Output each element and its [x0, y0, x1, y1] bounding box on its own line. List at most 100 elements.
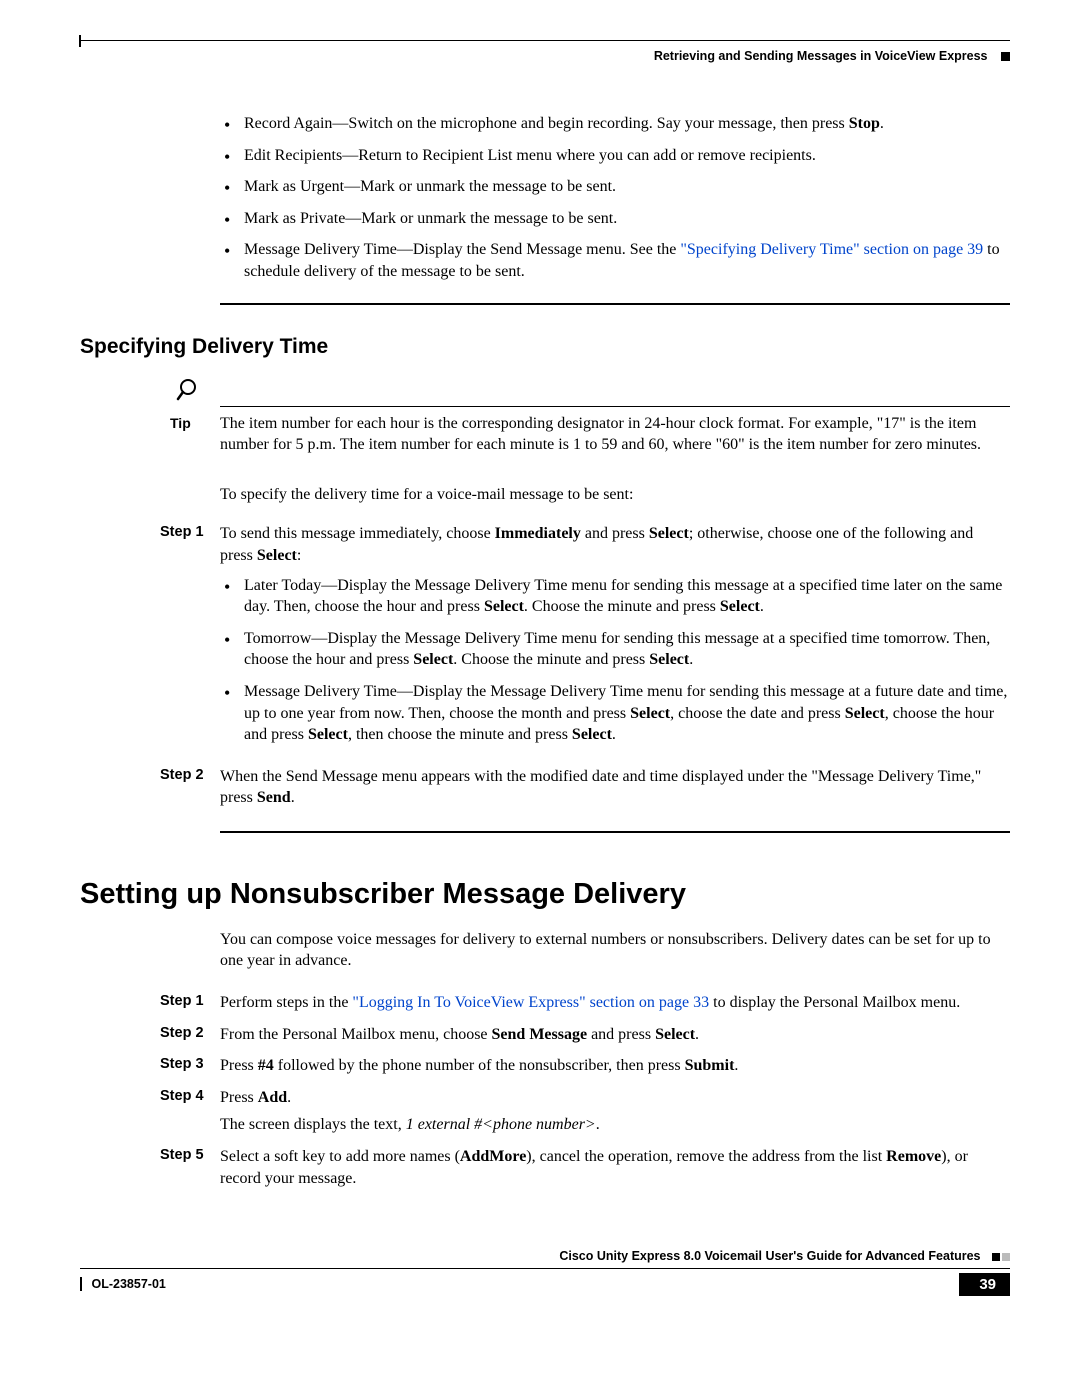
- text: .: [695, 1026, 699, 1043]
- text: .: [596, 1116, 600, 1133]
- footer-rule: [80, 1268, 1010, 1269]
- intro-paragraph: You can compose voice messages for deliv…: [220, 929, 1010, 972]
- bold-text: AddMore: [460, 1148, 526, 1165]
- chapter-title: Retrieving and Sending Messages in Voice…: [654, 49, 988, 63]
- top-bullet-list: Record Again—Switch on the microphone an…: [220, 113, 1010, 283]
- list-item: Message Delivery Time—Display the Send M…: [220, 239, 1010, 282]
- text: followed by the phone number of the nons…: [274, 1057, 685, 1074]
- step-row: Step 3 Press #4 followed by the phone nu…: [160, 1055, 1010, 1077]
- text: .: [287, 1089, 291, 1106]
- step-text: To send this message immediately, choose…: [220, 523, 1010, 755]
- text: to display the Personal Mailbox menu.: [709, 994, 960, 1011]
- cross-ref-link[interactable]: "Logging In To VoiceView Express" sectio…: [352, 994, 709, 1011]
- step-text: Perform steps in the "Logging In To Voic…: [220, 992, 1010, 1014]
- text: , then choose the minute and press: [348, 726, 572, 743]
- text: :: [297, 547, 301, 564]
- bold-text: Stop: [849, 115, 880, 132]
- main-heading-nonsubscriber: Setting up Nonsubscriber Message Deliver…: [80, 878, 1010, 911]
- bold-text: Select: [655, 1026, 695, 1043]
- text: Press: [220, 1089, 258, 1106]
- bold-text: Select: [572, 726, 612, 743]
- text: OL-23857-01: [92, 1277, 166, 1291]
- step-label: Step 1: [160, 992, 220, 1009]
- text: . Choose the minute and press: [453, 651, 649, 668]
- bold-text: Submit: [685, 1057, 735, 1074]
- list-item: Record Again—Switch on the microphone an…: [220, 113, 1010, 135]
- step-row: Step 1 To send this message immediately,…: [160, 523, 1010, 755]
- step-label: Step 1: [160, 523, 220, 540]
- text: Mark as Private—Mark or unmark the messa…: [244, 210, 617, 227]
- list-item: Edit Recipients—Return to Recipient List…: [220, 145, 1010, 167]
- tip-rule: [220, 406, 1010, 407]
- step-text: From the Personal Mailbox menu, choose S…: [220, 1024, 1010, 1046]
- text: When the Send Message menu appears with …: [220, 768, 981, 807]
- page-footer: Cisco Unity Express 8.0 Voicemail User's…: [80, 1249, 1010, 1296]
- header-square-icon: [1001, 52, 1010, 61]
- text: and press: [587, 1026, 655, 1043]
- intro-paragraph: To specify the delivery time for a voice…: [220, 484, 1010, 506]
- text: To send this message immediately, choose: [220, 525, 495, 542]
- bold-text: Select: [630, 705, 670, 722]
- tip-label: Tip: [170, 413, 220, 431]
- bold-text: Immediately: [495, 525, 581, 542]
- screen-output: The screen displays the text, 1 external…: [220, 1114, 1010, 1136]
- cross-ref-link[interactable]: "Specifying Delivery Time" section on pa…: [680, 241, 983, 258]
- step-label: Step 5: [160, 1146, 220, 1163]
- text: From the Personal Mailbox menu, choose: [220, 1026, 492, 1043]
- list-item: Mark as Urgent—Mark or unmark the messag…: [220, 176, 1010, 198]
- bold-text: Select: [649, 651, 689, 668]
- text: and press: [581, 525, 649, 542]
- bold-text: Send: [257, 789, 291, 806]
- footer-squares-icon: [992, 1250, 1010, 1264]
- tip-text: The item number for each hour is the cor…: [220, 413, 1010, 456]
- bold-text: #4: [258, 1057, 274, 1074]
- italic-text: 1 external #<phone number>: [406, 1116, 596, 1133]
- bold-text: Select: [845, 705, 885, 722]
- list-item: Later Today—Display the Message Delivery…: [220, 575, 1010, 618]
- text: , choose the date and press: [670, 705, 845, 722]
- list-item: Tomorrow—Display the Message Delivery Ti…: [220, 628, 1010, 671]
- text: .: [760, 598, 764, 615]
- text: .: [880, 115, 884, 132]
- text: .: [734, 1057, 738, 1074]
- bold-text: Remove: [886, 1148, 941, 1165]
- step-text: Select a soft key to add more names (Add…: [220, 1146, 1010, 1189]
- text: Select a soft key to add more names (: [220, 1148, 460, 1165]
- text: ), cancel the operation, remove the addr…: [526, 1148, 886, 1165]
- step-row: Step 1 Perform steps in the "Logging In …: [160, 992, 1010, 1014]
- chapter-header: Retrieving and Sending Messages in Voice…: [80, 49, 1010, 63]
- tip-icon-wrap: [172, 377, 1010, 408]
- text: Message Delivery Time—Display the Send M…: [244, 241, 680, 258]
- footer-docid: OL-23857-01: [80, 1277, 166, 1291]
- subheading-specifying: Specifying Delivery Time: [80, 335, 1010, 359]
- top-rule: [80, 40, 1010, 41]
- footer-book-title: Cisco Unity Express 8.0 Voicemail User's…: [80, 1249, 1010, 1264]
- bold-text: Add: [258, 1089, 287, 1106]
- text: Perform steps in the: [220, 994, 352, 1011]
- step-row: Step 5 Select a soft key to add more nam…: [160, 1146, 1010, 1189]
- text: .: [291, 789, 295, 806]
- step-label: Step 2: [160, 766, 220, 783]
- step-row: Step 4 Press Add. The screen displays th…: [160, 1087, 1010, 1136]
- step-text: Press Add. The screen displays the text,…: [220, 1087, 1010, 1136]
- step-label: Step 4: [160, 1087, 220, 1104]
- bold-text: Select: [308, 726, 348, 743]
- text: .: [689, 651, 693, 668]
- bold-text: Select: [720, 598, 760, 615]
- section-rule: [220, 831, 1010, 833]
- text: The screen displays the text,: [220, 1116, 406, 1133]
- text: Record Again—Switch on the microphone an…: [244, 115, 849, 132]
- bold-text: Select: [649, 525, 689, 542]
- text: Edit Recipients—Return to Recipient List…: [244, 147, 816, 164]
- step-text: Press #4 followed by the phone number of…: [220, 1055, 1010, 1077]
- text: Press: [220, 1057, 258, 1074]
- bold-text: Select: [484, 598, 524, 615]
- step-label: Step 3: [160, 1055, 220, 1072]
- section-rule: [220, 303, 1010, 305]
- document-page: Retrieving and Sending Messages in Voice…: [0, 0, 1080, 1336]
- bold-text: Select: [413, 651, 453, 668]
- step-text: When the Send Message menu appears with …: [220, 766, 1010, 809]
- list-item: Message Delivery Time—Display the Messag…: [220, 681, 1010, 746]
- text: Cisco Unity Express 8.0 Voicemail User's…: [559, 1249, 980, 1263]
- text: . Choose the minute and press: [524, 598, 720, 615]
